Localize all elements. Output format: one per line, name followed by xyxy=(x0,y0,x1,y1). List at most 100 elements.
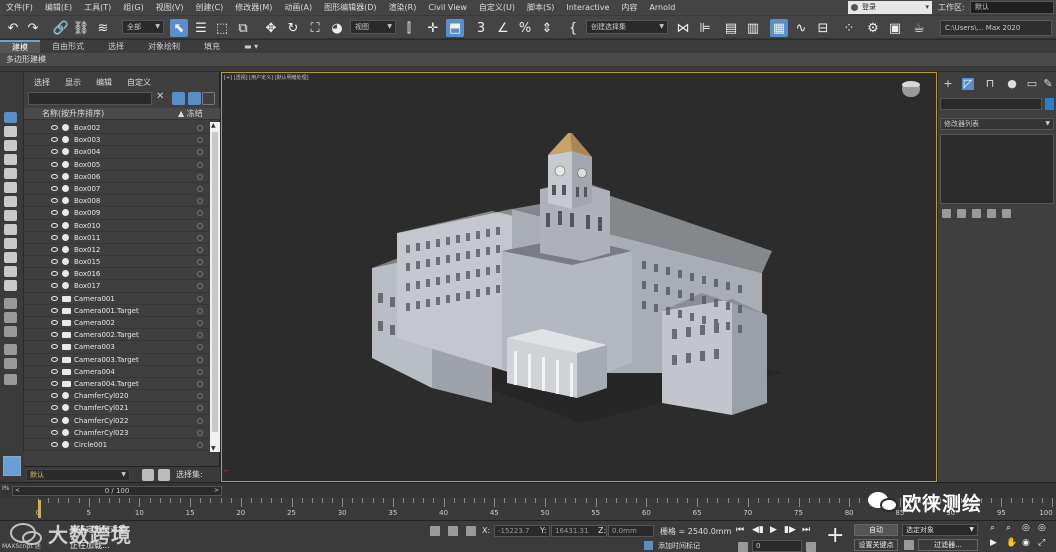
set-key-button[interactable]: 设置关键点 xyxy=(854,539,898,551)
eye-icon[interactable] xyxy=(51,185,58,191)
table-row[interactable]: Box009 xyxy=(24,207,210,220)
freeze-icon[interactable] xyxy=(197,441,203,448)
filter-icon[interactable] xyxy=(4,344,17,355)
time-config-icon[interactable]: I% xyxy=(2,485,9,492)
menu-item[interactable]: 自定义(U) xyxy=(473,0,521,15)
key-filters-button[interactable]: 过滤器... xyxy=(918,539,978,551)
table-row[interactable]: Box012 xyxy=(24,244,210,257)
freeze-icon[interactable] xyxy=(197,234,203,241)
zoom-all-icon[interactable]: ⌕ xyxy=(1006,523,1011,533)
ribbon-tab[interactable]: 自由形式 xyxy=(40,40,96,53)
freeze-icon[interactable] xyxy=(197,149,203,156)
freeze-icon[interactable] xyxy=(197,222,203,229)
display-frozen-icon[interactable] xyxy=(4,266,17,277)
display-spacewarps-icon[interactable] xyxy=(4,196,17,207)
eye-icon[interactable] xyxy=(51,332,58,338)
add-time-tag-button[interactable]: 添加时间标记 xyxy=(658,541,700,551)
display-children-icon[interactable] xyxy=(4,326,17,337)
freeze-icon[interactable] xyxy=(197,185,203,192)
column-name[interactable]: 名称(按升序排序) xyxy=(42,108,104,120)
close-icon[interactable]: ✕ xyxy=(156,91,164,102)
freeze-icon[interactable] xyxy=(197,344,203,351)
sort-icon[interactable] xyxy=(158,469,170,481)
maximize-viewport-icon[interactable]: ⤢ xyxy=(1038,538,1045,548)
viewport-layout-tile[interactable] xyxy=(0,452,24,482)
explorer-menu-item[interactable]: 自定义 xyxy=(117,76,156,89)
table-row[interactable]: Box017 xyxy=(24,280,210,293)
chevron-left-icon[interactable]: < xyxy=(15,487,20,495)
scene-explorer-icon[interactable]: ▦ xyxy=(770,19,788,37)
render-icon[interactable]: ☕ xyxy=(910,19,928,37)
explorer-menu-item[interactable]: 编辑 xyxy=(86,76,117,89)
table-row[interactable]: Camera004.Target xyxy=(24,378,210,391)
eye-icon[interactable] xyxy=(51,405,58,411)
eye-icon[interactable] xyxy=(51,198,58,204)
mirror-icon[interactable]: ⋈ xyxy=(674,19,692,37)
display-lights-icon[interactable] xyxy=(4,154,17,165)
table-row[interactable]: Box010 xyxy=(24,220,210,232)
table-row[interactable]: Camera002.Target xyxy=(24,329,210,342)
eye-icon[interactable] xyxy=(51,210,58,216)
menu-item[interactable]: 文件(F) xyxy=(0,0,39,15)
orbit-icon[interactable]: ◉ xyxy=(1022,538,1030,548)
ribbon-tab[interactable]: 对象绘制 xyxy=(136,40,192,53)
eye-icon[interactable] xyxy=(51,368,58,374)
scroll-thumb[interactable] xyxy=(212,132,218,432)
table-row[interactable]: Box002 xyxy=(24,122,210,135)
freeze-icon[interactable] xyxy=(197,405,203,412)
time-slider-bar[interactable]: < 0 / 100 > xyxy=(12,486,222,496)
menu-item[interactable]: 动画(A) xyxy=(278,0,318,15)
key-filter-icon[interactable] xyxy=(904,540,914,550)
lock-selection-icon[interactable] xyxy=(448,526,458,536)
field-of-view-icon[interactable]: ▶ xyxy=(990,538,997,548)
display-bones-icon[interactable] xyxy=(4,238,17,249)
select-manipulate-icon[interactable]: ✛ xyxy=(424,19,442,37)
current-frame-field[interactable]: 0 xyxy=(752,540,802,552)
motion-tab-icon[interactable]: ● xyxy=(1006,78,1018,90)
freeze-icon[interactable] xyxy=(197,356,203,363)
table-row[interactable]: Camera001.Target xyxy=(24,305,210,317)
schematic-view-icon[interactable]: ⊟ xyxy=(814,19,832,37)
select-object-icon[interactable]: ⬉ xyxy=(170,19,188,37)
pivot-icon[interactable]: ⫿ xyxy=(400,19,418,37)
chevron-right-icon[interactable]: > xyxy=(214,487,219,495)
eye-icon[interactable] xyxy=(51,441,58,447)
rotate-icon[interactable]: ↻ xyxy=(284,19,302,37)
eye-icon[interactable] xyxy=(51,259,58,265)
display-geometry-icon[interactable] xyxy=(4,126,17,137)
menu-item[interactable]: 修改器(M) xyxy=(229,0,278,15)
ribbon-tab[interactable]: 填充 xyxy=(192,40,232,53)
hierarchy-tab-icon[interactable]: ⊓ xyxy=(984,78,996,90)
display-cameras-icon[interactable] xyxy=(4,168,17,179)
redo-icon[interactable]: ↷ xyxy=(24,19,42,37)
ribbon-tab[interactable]: 选择 xyxy=(96,40,136,53)
eye-icon[interactable] xyxy=(51,137,58,143)
menu-item[interactable]: 组(G) xyxy=(117,0,149,15)
absolute-mode-icon[interactable] xyxy=(466,526,476,536)
eye-icon[interactable] xyxy=(51,320,58,325)
freeze-icon[interactable] xyxy=(197,198,203,205)
freeze-icon[interactable] xyxy=(197,210,203,217)
display-shapes-icon[interactable] xyxy=(4,140,17,151)
eye-icon[interactable] xyxy=(51,161,58,167)
layer-dropdown[interactable]: 默认 ▼ xyxy=(26,469,130,481)
freeze-icon[interactable] xyxy=(197,368,203,375)
freeze-icon[interactable] xyxy=(197,429,203,436)
table-row[interactable]: Circle001 xyxy=(24,439,210,452)
zoom-icon[interactable]: ⌕ xyxy=(990,523,995,533)
display-containers-icon[interactable] xyxy=(4,252,17,263)
freeze-icon[interactable] xyxy=(197,393,203,400)
pin-stack-icon[interactable] xyxy=(942,209,951,218)
show-end-result-icon[interactable] xyxy=(957,209,966,218)
move-icon[interactable]: ✥ xyxy=(262,19,280,37)
freeze-icon[interactable] xyxy=(197,332,203,339)
eye-icon[interactable] xyxy=(51,222,58,228)
rect-selection-icon[interactable]: ⬚ xyxy=(213,19,231,37)
zoom-extents-icon[interactable]: ◎ xyxy=(1022,523,1030,533)
curve-editor-icon[interactable]: ∿ xyxy=(792,19,810,37)
ribbon-options-icon[interactable]: ▬ ▾ xyxy=(232,40,270,53)
prev-frame-icon[interactable]: ◀▮ xyxy=(752,525,764,535)
percent-snap-icon[interactable]: % xyxy=(516,19,534,37)
goto-start-icon[interactable]: ⏮ xyxy=(736,525,744,535)
table-row[interactable]: Box006 xyxy=(24,171,210,183)
